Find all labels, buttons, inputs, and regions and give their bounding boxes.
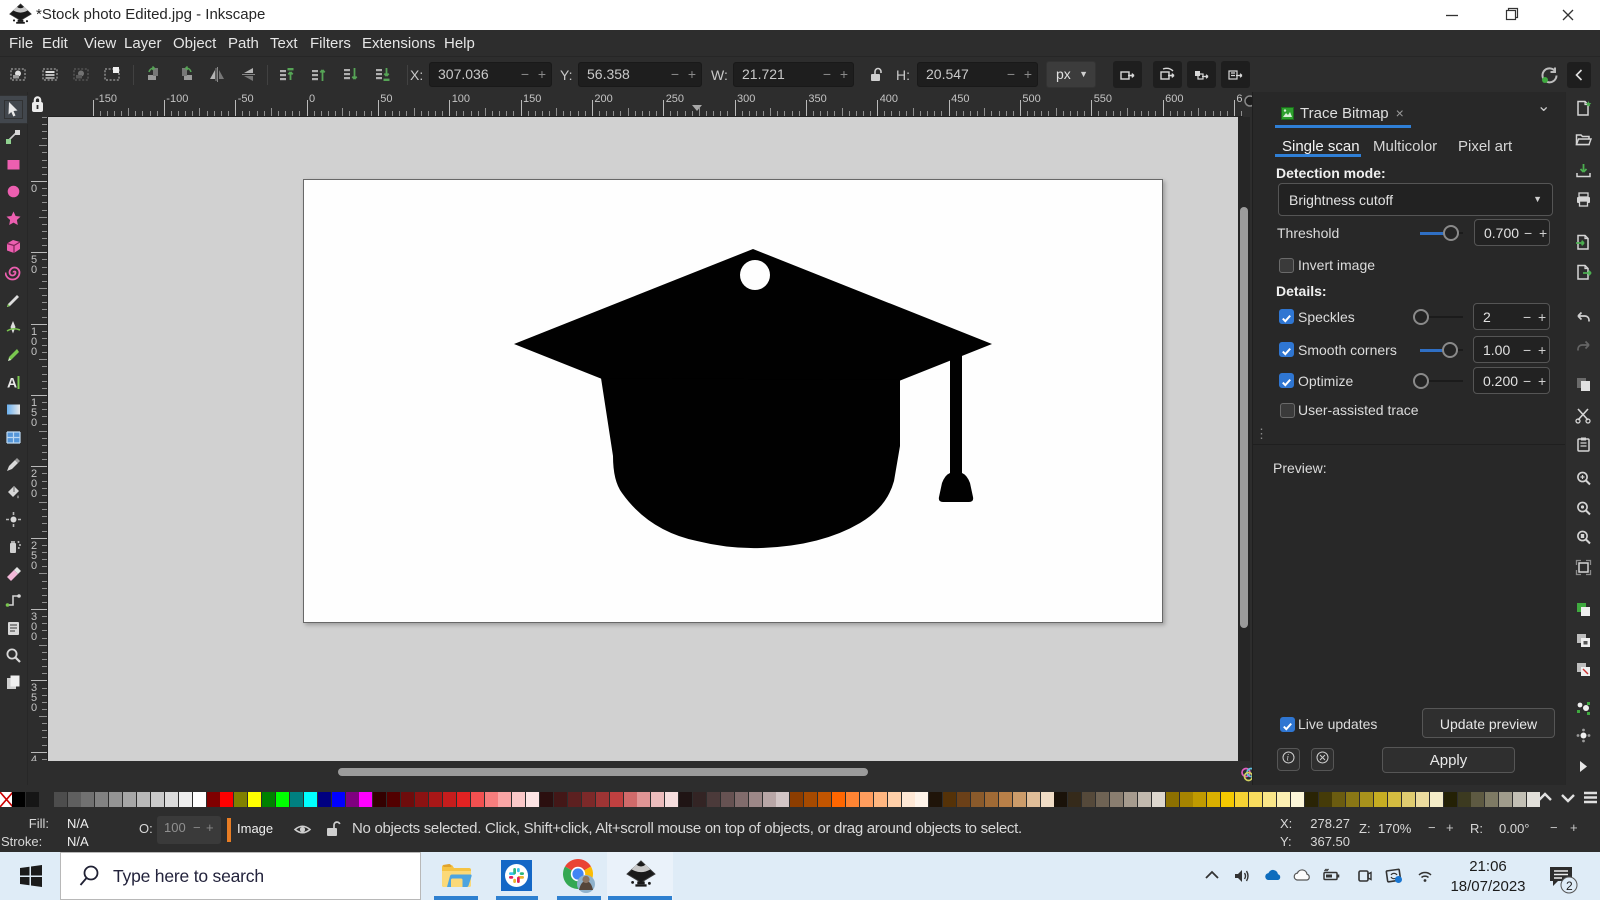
svg-text:2: 2 xyxy=(1566,879,1573,893)
svg-text:i: i xyxy=(1287,753,1290,763)
svg-text:A: A xyxy=(7,375,17,391)
